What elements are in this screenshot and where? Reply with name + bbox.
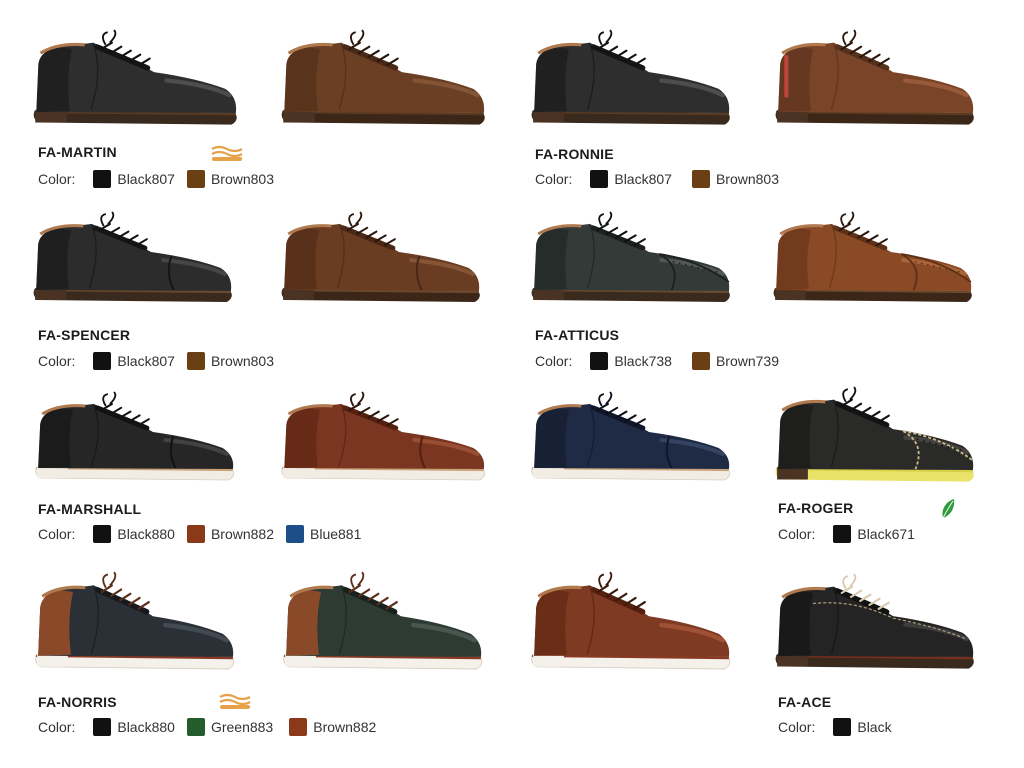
color-row-atticus: Color: Black738 Brown739: [535, 351, 791, 371]
color-row-martin: Color: Black807 Brown803: [38, 169, 286, 189]
color-swatch: [186, 525, 205, 543]
color-swatch: [833, 525, 852, 543]
shoe-marshall-blue-image: [531, 391, 731, 481]
model-name-ace: FA-ACE: [778, 694, 832, 710]
color-code: Black807: [117, 353, 175, 369]
color-swatch: [691, 170, 710, 188]
color-label: Color:: [535, 171, 573, 187]
model-name-norris: FA-NORRIS: [38, 694, 117, 710]
shoe-marshall-brown-image: [281, 391, 486, 481]
color-option-black807: Black807: [93, 170, 175, 188]
color-row-spencer: Color: Black807 Brown803: [38, 351, 286, 371]
color-swatch: [93, 718, 112, 736]
color-swatch: [289, 718, 308, 736]
shoe-marshall-black-image: [35, 391, 235, 481]
color-swatch: [93, 170, 112, 188]
cushion-icon: [211, 145, 243, 161]
color-swatch: [833, 718, 852, 736]
shoe-atticus-brown-image: [773, 211, 972, 302]
model-name-marshall: FA-MARSHALL: [38, 501, 142, 517]
model-name-spencer: FA-SPENCER: [38, 327, 131, 343]
color-swatch: [186, 718, 205, 736]
color-swatch: [186, 170, 205, 188]
shoe-atticus-black-image: [531, 211, 730, 302]
color-option-black880: Black880: [93, 718, 175, 736]
shoe-ronnie-black-image: [531, 29, 730, 125]
color-code: Brown882: [313, 719, 377, 735]
cushion-icon: [219, 693, 251, 709]
color-row-ace: Color: Black: [778, 717, 904, 737]
color-swatch: [590, 352, 609, 370]
shoe-martin-brown-image: [281, 29, 485, 125]
shoe-norris-green-image: [283, 571, 483, 670]
shoe-ace-black-image: [775, 573, 974, 669]
vegan-leaf-icon: [942, 499, 955, 519]
color-code: Brown803: [210, 353, 274, 369]
shoe-spencer-brown-image: [281, 211, 480, 302]
color-label: Color:: [38, 171, 76, 187]
color-code: Black738: [614, 353, 672, 369]
color-label: Color:: [38, 353, 76, 369]
shoe-roger-black-image: [775, 386, 974, 482]
color-row-norris: Color: Black880 Green883 Brown882: [38, 717, 388, 737]
color-swatch: [691, 352, 710, 370]
model-name-atticus: FA-ATTICUS: [535, 327, 620, 343]
color-code: Brown803: [715, 171, 779, 187]
color-code: Black807: [614, 171, 672, 187]
model-name-ronnie: FA-RONNIE: [535, 146, 614, 162]
color-option-black880: Black880: [93, 525, 175, 543]
color-code: Green883: [210, 719, 274, 735]
color-code: Black880: [117, 526, 175, 542]
color-option-brown739: Brown739: [691, 352, 779, 370]
color-option-black807: Black807: [590, 170, 672, 188]
color-option-blue881: Blue881: [286, 525, 361, 543]
color-code: Black671: [857, 526, 915, 542]
color-label: Color:: [778, 719, 816, 735]
color-label: Color:: [38, 719, 76, 735]
color-row-roger: Color: Black671: [778, 524, 927, 544]
model-name-roger: FA-ROGER: [778, 500, 854, 516]
color-code: Brown803: [210, 171, 274, 187]
color-swatch: [186, 352, 205, 370]
color-row-ronnie: Color: Black807 Brown803: [535, 169, 791, 189]
color-option-green883: Green883: [186, 718, 274, 736]
color-option-brown803: Brown803: [186, 170, 274, 188]
color-option-brown803: Brown803: [691, 170, 779, 188]
color-option-brown882: Brown882: [186, 525, 274, 543]
model-name-martin: FA-MARTIN: [38, 144, 117, 160]
color-option-brown882: Brown882: [289, 718, 376, 736]
color-code: Black: [857, 719, 892, 735]
color-code: Brown739: [715, 353, 779, 369]
color-option-brown803: Brown803: [186, 352, 274, 370]
color-code: Blue881: [310, 526, 362, 542]
color-code: Brown882: [210, 526, 274, 542]
color-option-black671: Black671: [833, 525, 915, 543]
shoe-norris-brown-image: [531, 571, 731, 670]
color-row-marshall: Color: Black880 Brown882 Blue881: [38, 524, 373, 544]
color-code: Black880: [117, 719, 175, 735]
shoe-spencer-black-image: [33, 211, 232, 302]
shoe-ronnie-brown-image: [775, 29, 974, 125]
color-swatch: [590, 170, 609, 188]
shoe-norris-black-image: [35, 571, 235, 670]
color-swatch: [286, 525, 304, 543]
shoe-martin-black-image: [33, 29, 237, 125]
color-label: Color:: [535, 353, 573, 369]
color-option-black: Black: [833, 718, 892, 736]
color-option-black738: Black738: [590, 352, 672, 370]
color-option-black807: Black807: [93, 352, 175, 370]
color-label: Color:: [38, 526, 76, 542]
color-swatch: [93, 352, 112, 370]
color-swatch: [93, 525, 112, 543]
color-label: Color:: [778, 526, 816, 542]
color-code: Black807: [117, 171, 175, 187]
